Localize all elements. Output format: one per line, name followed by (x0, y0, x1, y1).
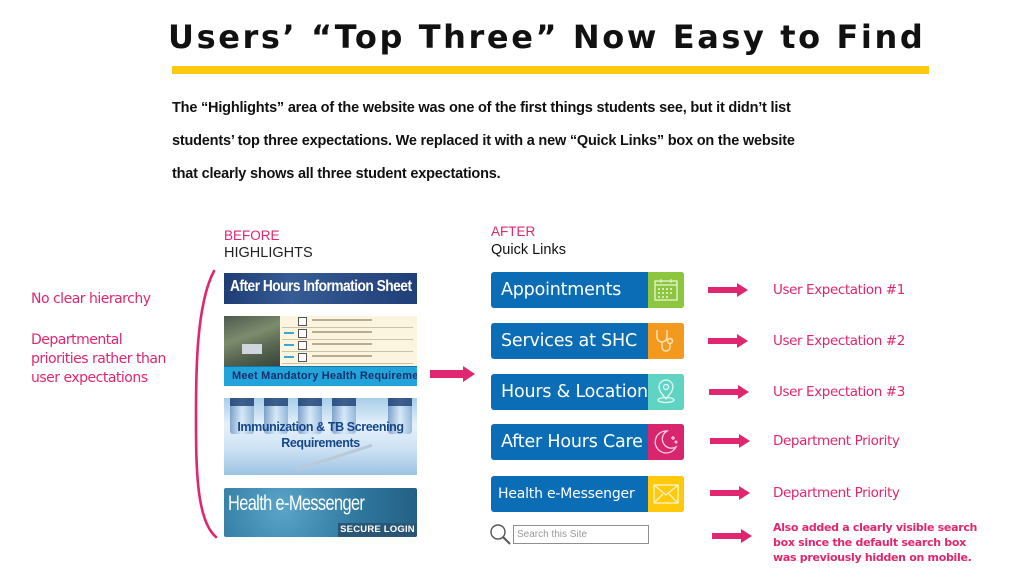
stethoscope-icon (648, 323, 684, 359)
intro-line-3: that clearly shows all three student exp… (172, 166, 501, 182)
checkbox-icon (298, 341, 307, 350)
moon-icon (648, 424, 684, 460)
quick-link-appointments[interactable]: Appointments (491, 272, 684, 308)
checkbox-icon (298, 329, 307, 338)
title-underline (172, 66, 929, 74)
checkbox-icon (298, 317, 307, 326)
outcome-arrow (712, 529, 752, 543)
outcome-arrow (710, 434, 750, 448)
before-tag: BEFORE (224, 228, 280, 243)
quick-link-label: Health e-Messenger (498, 486, 635, 502)
intro-line-2: students’ top three expectations. We rep… (172, 133, 795, 149)
secure-login-button[interactable]: SECURE LOGIN ▸ (338, 523, 417, 537)
outcome-arrow (708, 283, 748, 297)
envelope-icon (648, 476, 684, 512)
search-icon[interactable] (489, 523, 513, 547)
intro-line-1: The “Highlights” area of the website was… (172, 100, 791, 116)
highlight-tile-after-hours-info[interactable]: After Hours Information Sheet (224, 273, 417, 304)
note-departmental-priorities: Departmental priorities rather than user… (31, 332, 166, 386)
location-pin-icon (648, 374, 684, 410)
tile-label-line1: Immunization & TB Screening (237, 420, 404, 434)
student-photo (224, 316, 280, 366)
before-to-after-arrow (430, 366, 475, 382)
outcome-arrow (710, 486, 750, 500)
tile-label: Health e-Messenger (228, 492, 365, 515)
outcome-arrow (708, 334, 748, 348)
after-tag: AFTER (491, 224, 536, 239)
outcome-label-health-emessenger: Department Priority (773, 485, 900, 501)
arrow-icon (284, 344, 294, 346)
highlight-tile-health-emessenger[interactable]: Health e-Messenger SECURE LOGIN ▸ (224, 488, 417, 537)
quick-link-health-emessenger[interactable]: Health e-Messenger (491, 476, 684, 512)
quick-link-after-hours-care[interactable]: After Hours Care (491, 424, 684, 460)
quick-link-label: After Hours Care (501, 432, 643, 452)
note-no-hierarchy: No clear hierarchy (31, 291, 151, 307)
quick-link-label: Services at SHC (501, 331, 637, 351)
arrow-icon (284, 332, 294, 334)
highlight-tile-immunization[interactable]: Immunization & TB Screening Requirements (224, 398, 417, 475)
outcome-label-after-hours-care: Department Priority (773, 433, 900, 449)
highlight-tile-mandatory-requirements[interactable]: Meet Mandatory Health Requirements (224, 316, 417, 387)
calendar-icon (648, 272, 684, 308)
page-title: Users’ “Top Three” Now Easy to Find (168, 18, 926, 56)
tile-label: Meet Mandatory Health Requirements (232, 370, 417, 382)
search-input[interactable] (513, 525, 649, 544)
quick-link-hours-location[interactable]: Hours & Location (491, 374, 684, 410)
outcome-label-services: User Expectation #2 (773, 333, 905, 349)
search-note: Also added a clearly visible search box … (773, 521, 978, 564)
quick-link-label: Appointments (501, 280, 622, 300)
arrow-icon (284, 356, 294, 358)
checkbox-icon (298, 353, 307, 362)
tile-label-line2: Requirements (281, 436, 360, 450)
outcome-label-appointments: User Expectation #1 (773, 282, 905, 298)
outcome-label-hours-location: User Expectation #3 (773, 384, 905, 400)
quick-link-label: Hours & Location (501, 382, 648, 402)
quick-link-services[interactable]: Services at SHC (491, 323, 684, 359)
outcome-arrow (709, 385, 749, 399)
intro-paragraph: The “Highlights” area of the website was… (172, 92, 912, 191)
after-heading: Quick Links (491, 242, 566, 258)
before-heading: HIGHLIGHTS (224, 245, 313, 261)
tile-label: After Hours Information Sheet (230, 278, 412, 295)
